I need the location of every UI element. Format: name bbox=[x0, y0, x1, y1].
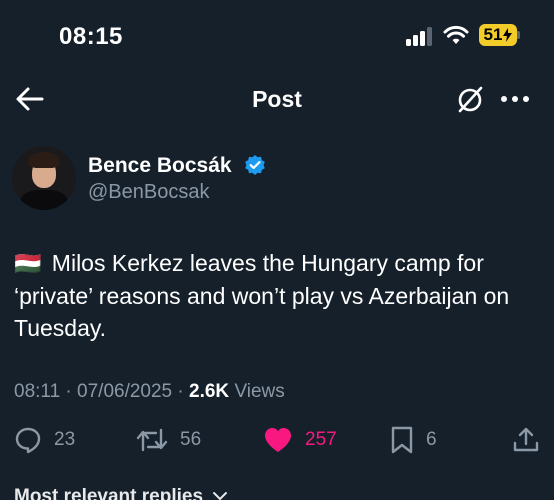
battery-level: 51 bbox=[483, 25, 503, 44]
reply-icon bbox=[15, 427, 41, 454]
status-bar: 08:15 51 bbox=[0, 0, 554, 72]
views-label: Views bbox=[234, 381, 285, 402]
more-options-icon[interactable] bbox=[498, 86, 532, 112]
repost-count: 56 bbox=[180, 429, 202, 450]
post-meta: 08:11 · 07/06/2025 · 2.6K Views bbox=[14, 381, 285, 403]
bookmark-count: 6 bbox=[426, 429, 437, 450]
action-bar: 23 56 257 6 bbox=[0, 420, 554, 462]
author-name[interactable]: Bence Bocsák bbox=[88, 154, 232, 178]
heart-icon bbox=[265, 428, 291, 452]
share-icon bbox=[513, 427, 539, 452]
replies-sort-dropdown[interactable]: Most relevant replies bbox=[14, 486, 228, 500]
verified-badge-icon bbox=[245, 155, 265, 175]
repost-button[interactable]: 56 bbox=[136, 420, 201, 460]
post-time[interactable]: 08:11 bbox=[14, 381, 60, 402]
bookmark-icon bbox=[391, 426, 413, 454]
avatar[interactable] bbox=[12, 146, 76, 210]
author-row: Bence Bocsák @BenBocsak bbox=[12, 146, 542, 212]
battery-indicator: 51 bbox=[479, 24, 517, 46]
wifi-icon bbox=[443, 25, 469, 44]
author-handle[interactable]: @BenBocsak bbox=[88, 181, 209, 204]
grok-icon[interactable] bbox=[454, 84, 486, 116]
post-text: 🇭🇺 Milos Kerkez leaves the Hungary camp … bbox=[14, 247, 542, 344]
meta-separator: · bbox=[177, 381, 190, 402]
views-count: 2.6K bbox=[189, 381, 230, 402]
cellular-signal-icon bbox=[406, 26, 434, 46]
chevron-down-icon bbox=[213, 492, 228, 500]
reply-button[interactable]: 23 bbox=[14, 420, 75, 460]
charging-bolt-icon bbox=[503, 28, 513, 42]
repost-icon bbox=[136, 428, 168, 452]
replies-sort-label: Most relevant replies bbox=[14, 486, 204, 500]
like-button[interactable]: 257 bbox=[263, 420, 337, 460]
hungary-flag-icon: 🇭🇺 bbox=[14, 251, 42, 276]
nav-bar: Post bbox=[0, 72, 554, 126]
post-body: Milos Kerkez leaves the Hungary camp for… bbox=[14, 250, 510, 341]
reply-count: 23 bbox=[54, 429, 76, 450]
post-date[interactable]: 07/06/2025 bbox=[77, 381, 172, 402]
share-button[interactable] bbox=[512, 420, 540, 460]
meta-separator: · bbox=[65, 381, 78, 402]
status-time: 08:15 bbox=[59, 23, 123, 50]
battery-tip bbox=[517, 31, 520, 39]
bookmark-button[interactable]: 6 bbox=[390, 420, 437, 460]
like-count: 257 bbox=[305, 429, 337, 450]
